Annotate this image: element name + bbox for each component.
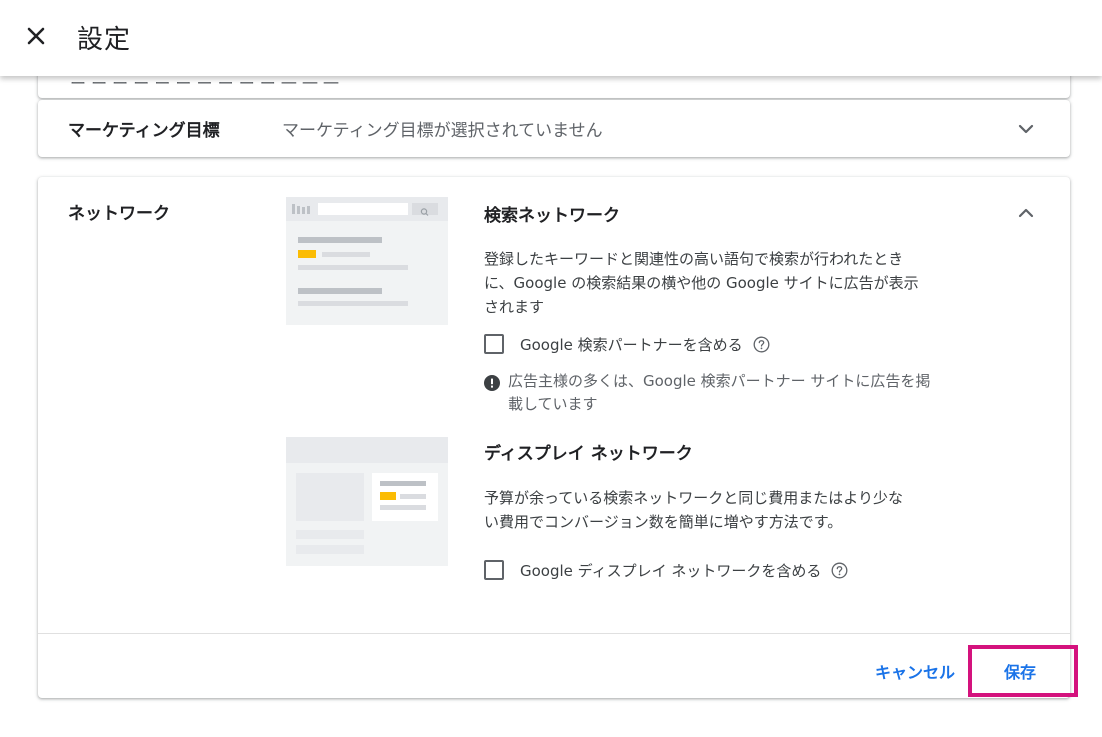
illustration-logo-bar [292, 204, 295, 214]
illustration-ad-line [400, 494, 426, 499]
info-line: 広告主様の多くは、Google 検索パートナー サイトに広告を掲 [508, 372, 931, 390]
save-button-highlight [968, 645, 1078, 697]
description-line: されます [484, 298, 545, 316]
marketing-objective-row[interactable]: マーケティング目標 マーケティング目標が選択されていません [38, 100, 1070, 157]
chevron-down-icon[interactable] [1014, 117, 1038, 141]
illustration-result-line [298, 288, 382, 294]
illustration-browser-bar [286, 437, 448, 463]
illustration-search-button [412, 203, 438, 216]
info-icon [484, 375, 500, 391]
search-network-illustration [286, 197, 448, 325]
illustration-ad-line [380, 481, 426, 486]
illustration-content-block [296, 473, 364, 521]
description-line: い費用でコンバージョン数を簡単に増やす方法です。 [484, 513, 843, 531]
display-network-checkbox[interactable] [484, 560, 504, 580]
illustration-search-box [318, 203, 408, 215]
search-partners-label: Google 検索パートナーを含める [520, 335, 743, 354]
illustration-content-line [296, 545, 364, 554]
illustration-logo-bar [302, 207, 305, 214]
illustration-logo-bar [297, 206, 300, 214]
search-partners-option[interactable]: Google 検索パートナーを含める [484, 331, 770, 357]
marketing-objective-value: マーケティング目標が選択されていません [282, 121, 603, 141]
footer-divider [38, 633, 1070, 634]
search-network-title: 検索ネットワーク [484, 206, 620, 226]
illustration-result-line [298, 301, 408, 306]
display-network-illustration [286, 437, 448, 566]
illustration-ad-marker [380, 492, 396, 500]
illustration-logo-bar [307, 206, 310, 214]
help-icon[interactable] [831, 562, 848, 579]
description-line: に、Google の検索結果の横や他の Google サイトに広告が表示 [484, 274, 919, 292]
header-bar: 設定 [0, 0, 1102, 76]
description-line: 予算が余っている検索ネットワークと同じ費用またはより少な [484, 489, 903, 507]
illustration-content-line [296, 530, 364, 539]
cancel-button[interactable]: キャンセル [875, 659, 955, 683]
display-network-label: Google ディスプレイ ネットワークを含める [520, 561, 822, 580]
display-network-option[interactable]: Google ディスプレイ ネットワークを含める [484, 557, 848, 583]
marketing-objective-label: マーケティング目標 [68, 121, 220, 141]
search-network-description: 登録したキーワードと関連性の高い語句で検索が行われたとき に、Google の検… [484, 247, 984, 319]
description-line: 登録したキーワードと関連性の高い語句で検索が行われたとき [484, 250, 904, 268]
network-label: ネットワーク [68, 204, 170, 224]
close-icon[interactable] [20, 20, 52, 52]
network-settings-card: ネットワーク 検索ネットワーク 登録したキーワードと関連性の高い語句で検索が行わ… [38, 177, 1070, 698]
display-network-title: ディスプレイ ネットワーク [484, 444, 693, 464]
search-partners-checkbox[interactable] [484, 334, 504, 354]
illustration-ad-marker [298, 250, 316, 258]
chevron-up-icon[interactable] [1014, 201, 1038, 225]
help-icon[interactable] [753, 336, 770, 353]
illustration-result-line [298, 265, 408, 270]
info-line: 載しています [508, 395, 598, 413]
illustration-result-line [322, 252, 370, 257]
info-text: 広告主様の多くは、Google 検索パートナー サイトに広告を掲 載しています [508, 370, 1003, 416]
illustration-ad-line [380, 505, 426, 510]
illustration-result-line [298, 237, 382, 243]
page-title: 設定 [77, 25, 132, 55]
display-network-description: 予算が余っている検索ネットワークと同じ費用またはより少な い費用でコンバージョン… [484, 486, 984, 534]
search-partners-info: 広告主様の多くは、Google 検索パートナー サイトに広告を掲 載しています [484, 370, 1003, 416]
